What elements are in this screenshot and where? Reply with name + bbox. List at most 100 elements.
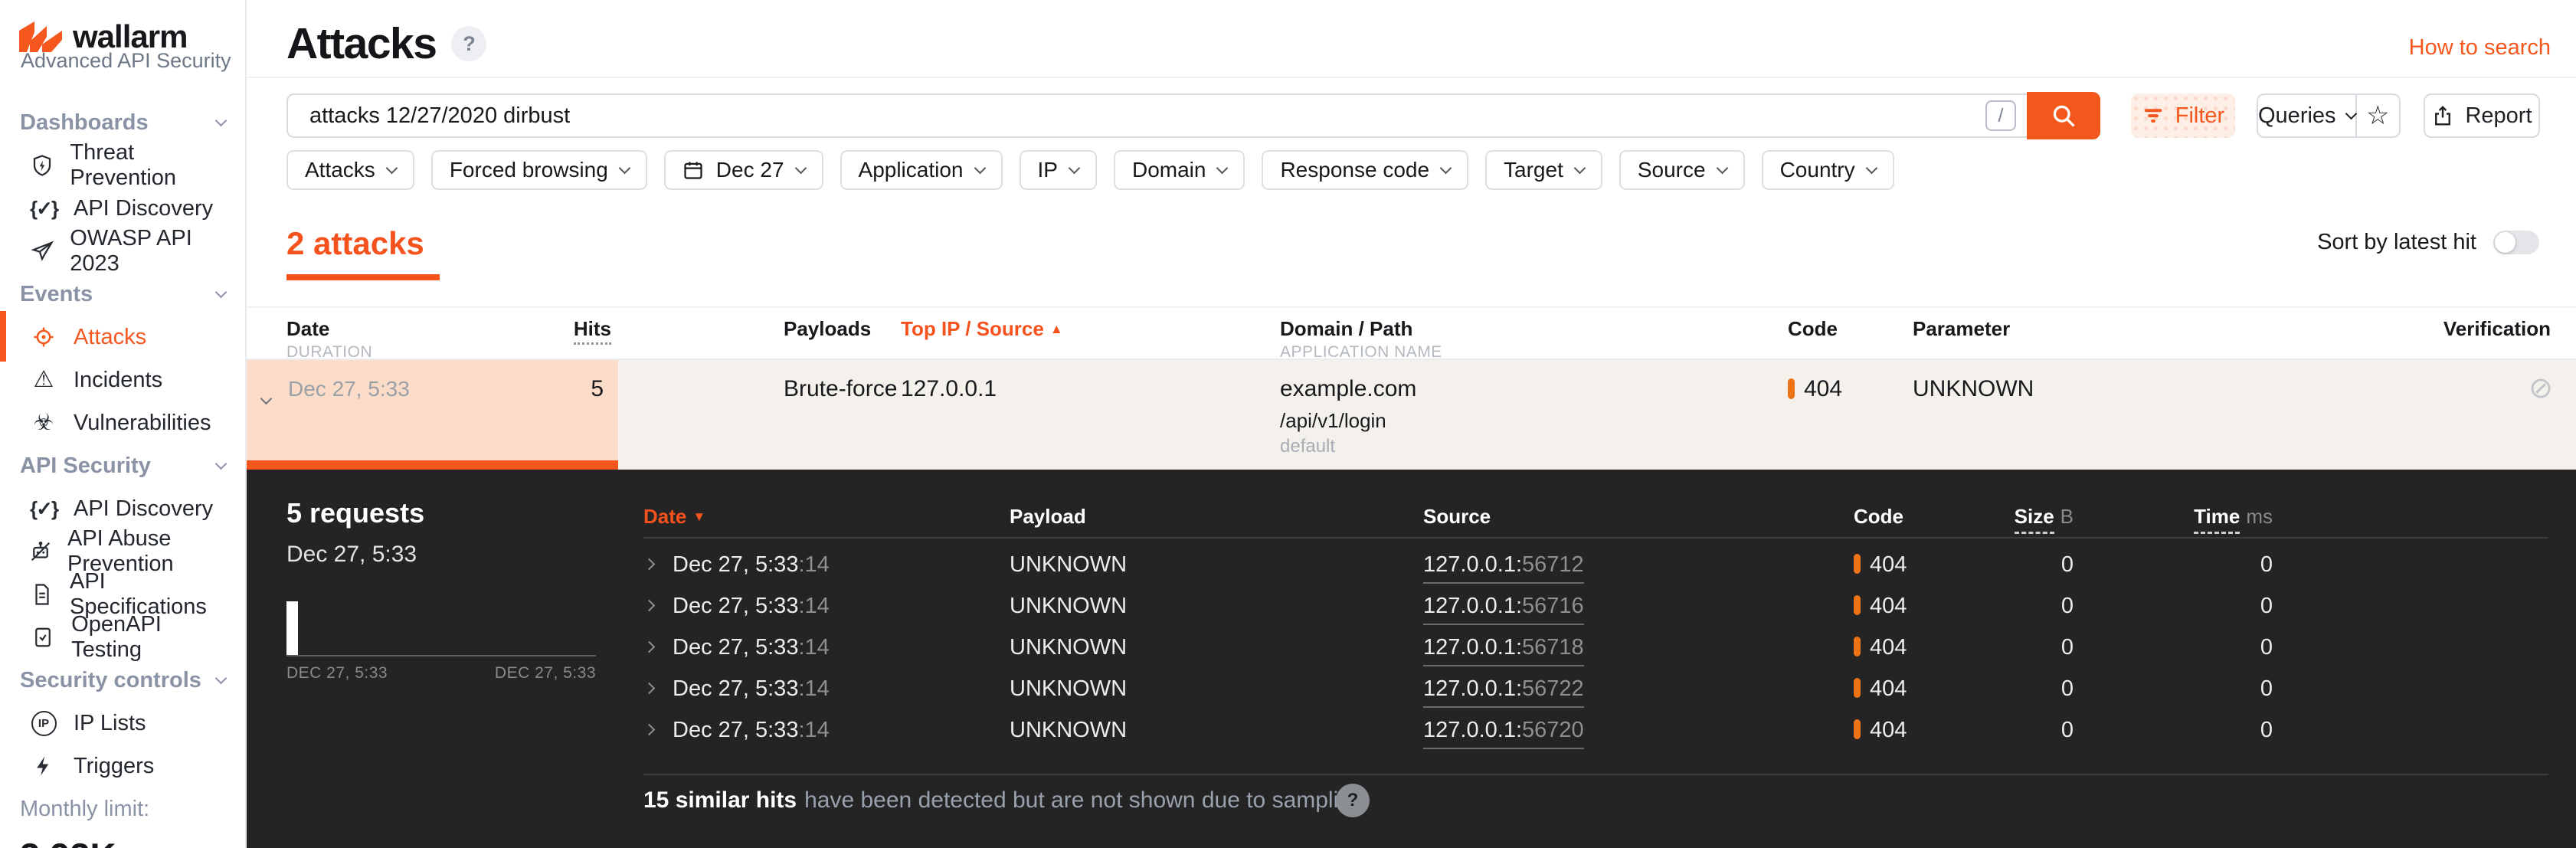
funnel-icon (2144, 109, 2162, 123)
attack-date: Dec 27, 5:33 (288, 377, 410, 401)
dcol-date[interactable]: Date ▼ (643, 505, 705, 529)
sort-toggle[interactable] (2493, 231, 2539, 254)
attack-hits: 5 (591, 376, 604, 401)
search-button[interactable] (2027, 92, 2100, 139)
header-divider (247, 77, 2576, 78)
col-verification: Verification (2443, 317, 2551, 340)
filter-chip-application[interactable]: Application (840, 150, 1003, 190)
sidebar-item-api-specifications[interactable]: API Specifications (0, 569, 245, 619)
verification-skipped-icon[interactable]: ⊘ (2529, 371, 2553, 405)
col-hits[interactable]: Hits (536, 317, 611, 345)
chevron-down-icon (1439, 162, 1452, 174)
filter-chip-forced-browsing[interactable]: Forced browsing (430, 150, 647, 190)
braces-check-icon: {✓} (29, 196, 59, 220)
chevron-down-icon (214, 286, 227, 298)
sidebar-section-events[interactable]: Events (0, 273, 245, 316)
request-source-link[interactable]: 127.0.0.1:56712 (1423, 552, 1584, 584)
attack-row-date-cell[interactable] (247, 360, 618, 460)
dcol-time[interactable]: Time ms (2131, 505, 2273, 534)
filter-chip-response-code[interactable]: Response code (1262, 150, 1469, 190)
details-header-divider (643, 537, 2548, 539)
sampling-count: 15 similar hits (643, 787, 797, 813)
monthly-limit: 3.93K of (0, 835, 245, 848)
sidebar-item-owasp-api-2023[interactable]: OWASP API 2023 (0, 226, 245, 276)
request-code: 404 (1854, 552, 1907, 578)
chart-end-label: DEC 27, 5:33 (494, 664, 596, 682)
attack-row[interactable]: Dec 27, 5:33 5 Brute-force 127.0.0.1 exa… (247, 360, 2576, 470)
request-code: 404 (1854, 676, 1907, 702)
request-payload: UNKNOWN (1010, 718, 1128, 742)
sidebar-item-triggers[interactable]: Triggers (0, 745, 245, 787)
sidebar-item-vulnerabilities[interactable]: ☣ Vulnerabilities (0, 401, 245, 444)
col-parameter: Parameter (1913, 317, 2011, 340)
braces-check-icon: {✓} (29, 496, 59, 520)
sidebar-item-threat-prevention[interactable]: Threat Prevention (0, 140, 245, 190)
sidebar-item-label: API Discovery (74, 496, 214, 521)
sampling-help-icon[interactable]: ? (1336, 784, 1370, 817)
search-input[interactable] (288, 95, 1985, 136)
sidebar-item-label: OWASP API 2023 (70, 226, 192, 276)
queries-group: Queries ☆ (2257, 93, 2401, 138)
how-to-search-link[interactable]: How to search (2409, 35, 2551, 61)
request-payload: UNKNOWN (1010, 635, 1128, 660)
export-icon (2435, 106, 2451, 126)
filter-chip-attacks[interactable]: Attacks (286, 150, 414, 190)
filter-button[interactable]: Filter (2131, 93, 2235, 138)
help-icon[interactable]: ? (451, 26, 487, 61)
code-status-pill (1854, 719, 1861, 739)
request-source-link[interactable]: 127.0.0.1:56720 (1423, 718, 1584, 749)
col-code: Code (1788, 317, 1838, 340)
request-size: 0 (2060, 552, 2074, 577)
filter-chip-ip[interactable]: IP (1019, 150, 1097, 190)
paper-plane-icon (29, 240, 54, 263)
sidebar-item-api-discovery[interactable]: {✓} API Discovery (0, 187, 245, 230)
expand-chevron-icon[interactable] (643, 640, 656, 655)
dcol-payload: Payload (1010, 505, 1086, 528)
request-time: 0 (2260, 635, 2273, 660)
sidebar-item-api-abuse-prevention[interactable]: API Abuse Prevention (0, 526, 245, 576)
report-button[interactable]: Report (2424, 93, 2540, 138)
code-status-pill (1854, 678, 1861, 698)
sidebar-section-security-controls[interactable]: Security controls (0, 659, 245, 702)
request-size: 0 (2060, 676, 2074, 701)
expand-chevron-icon[interactable] (643, 558, 656, 572)
wallarm-logo-icon (19, 21, 62, 52)
favorite-star-button[interactable]: ☆ (2355, 95, 2399, 136)
request-source-link[interactable]: 127.0.0.1:56722 (1423, 676, 1584, 708)
sidebar-item-api-discovery-2[interactable]: {✓} API Discovery (0, 487, 245, 530)
monthly-limit-value: 3.93K (20, 835, 116, 848)
sidebar-item-openapi-testing[interactable]: OpenAPI Testing (0, 612, 245, 662)
sidebar-section-dashboards[interactable]: Dashboards (0, 101, 245, 144)
request-date: Dec 27, 5:33:14 (673, 635, 830, 660)
toggle-knob (2495, 232, 2515, 253)
expand-chevron-icon[interactable] (643, 682, 656, 696)
request-date: Dec 27, 5:33:14 (673, 552, 830, 577)
expand-chevron-icon[interactable] (643, 723, 656, 738)
filter-chip-source[interactable]: Source (1619, 150, 1745, 190)
request-source-link[interactable]: 127.0.0.1:56718 (1423, 635, 1584, 666)
sidebar-item-incidents[interactable]: ⚠ Incidents (0, 359, 245, 401)
filter-chip-domain[interactable]: Domain (1113, 150, 1245, 190)
request-source-link[interactable]: 127.0.0.1:56716 (1423, 594, 1584, 625)
collapse-chevron-icon[interactable] (260, 383, 273, 409)
sidebar-item-ip-lists[interactable]: IP IP Lists (0, 702, 245, 745)
request-code: 404 (1854, 594, 1907, 619)
bot-off-icon (29, 540, 52, 563)
col-top-ip-source[interactable]: Top IP / Source ▲ (901, 317, 1063, 341)
sidebar-section-api-security[interactable]: API Security (0, 444, 245, 487)
shield-bolt-icon (29, 154, 54, 177)
filter-chip-target[interactable]: Target (1485, 150, 1602, 190)
logo-subtitle: Advanced API Security (21, 49, 231, 72)
sidebar-item-attacks[interactable]: Attacks (0, 311, 245, 362)
queries-button[interactable]: Queries (2258, 95, 2357, 136)
dcol-size[interactable]: Size B (1932, 505, 2074, 534)
filter-chip-date[interactable]: Dec 27 (663, 150, 823, 190)
attack-code: 404 (1788, 376, 1842, 402)
section-label: Dashboards (20, 110, 149, 135)
attack-path: /api/v1/login (1280, 409, 1386, 432)
chevron-down-icon (385, 162, 398, 174)
expand-chevron-icon[interactable] (643, 599, 656, 614)
chevron-down-icon (618, 162, 631, 174)
monthly-limit-label: Monthly limit: (20, 796, 150, 821)
filter-chip-country[interactable]: Country (1761, 150, 1894, 190)
